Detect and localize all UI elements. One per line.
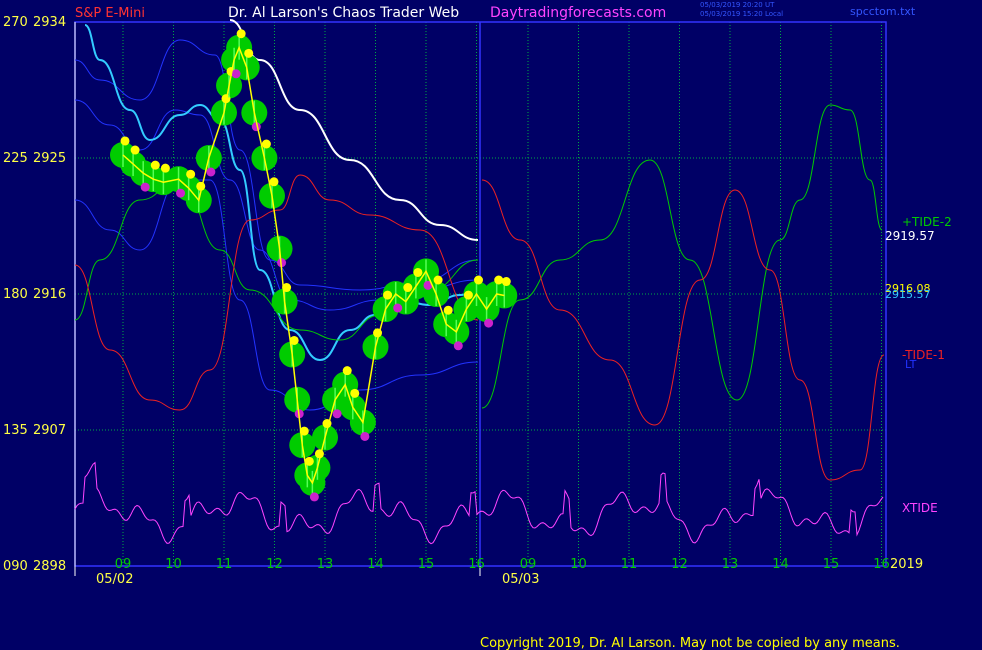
low-marker: [332, 409, 342, 419]
y-angle-label: 135: [3, 423, 28, 438]
y-price-label: 2925: [33, 151, 66, 166]
x-tick-label: 13: [722, 557, 739, 572]
high-marker: [443, 305, 453, 315]
high-marker: [433, 275, 443, 285]
x-tick-label: 09: [115, 557, 132, 572]
high-marker: [403, 283, 413, 293]
high-marker: [120, 136, 130, 146]
date-label: 05/03: [502, 572, 539, 587]
year-label: 2019: [890, 557, 923, 572]
chart-canvas: S&P E-Mini Dr. Al Larson's Chaos Trader …: [0, 0, 982, 650]
low-marker: [453, 341, 463, 351]
high-marker: [236, 29, 246, 39]
high-marker: [350, 388, 360, 398]
high-marker: [383, 290, 393, 300]
lt-label: LT: [905, 358, 917, 371]
x-tick-label: 16: [873, 557, 890, 572]
xtide-label: XTIDE: [902, 501, 938, 515]
high-marker: [413, 267, 423, 277]
low-marker: [140, 182, 150, 192]
high-marker: [186, 169, 196, 179]
y-angle-label: 225: [3, 151, 28, 166]
file-name: spcctom.txt: [850, 5, 916, 18]
x-tick-label: 11: [216, 557, 233, 572]
x-tick-label: 09: [520, 557, 537, 572]
high-marker: [463, 290, 473, 300]
tide2-label: +TIDE-2: [902, 215, 952, 229]
timestamp-local: 05/03/2019 15:20 Local: [700, 10, 783, 18]
x-tick-label: 12: [671, 557, 688, 572]
chart-title: Dr. Al Larson's Chaos Trader Web: [228, 5, 459, 21]
x-tick-label: 15: [418, 557, 435, 572]
x-tick-label: 10: [165, 557, 182, 572]
x-tick-label: 12: [266, 557, 283, 572]
y-angle-label: 180: [3, 287, 28, 302]
high-marker: [501, 277, 511, 287]
last-price-label: 2919.57: [885, 229, 935, 243]
x-tick-label: 10: [570, 557, 587, 572]
low-marker: [231, 69, 241, 79]
high-marker: [160, 163, 170, 173]
low-marker: [484, 318, 494, 328]
y-price-label: 2916: [33, 287, 66, 302]
y-angle-label: 090: [3, 559, 28, 574]
low-marker: [206, 167, 216, 177]
copyright: Copyright 2019, Dr. Al Larson. May not b…: [480, 636, 900, 650]
x-tick-label: 11: [621, 557, 638, 572]
high-marker: [474, 275, 483, 285]
y-price-label: 2907: [33, 423, 66, 438]
high-marker: [342, 366, 352, 376]
website-link[interactable]: Daytradingforecasts.com: [490, 5, 666, 21]
high-marker: [261, 139, 271, 149]
low-marker: [309, 492, 319, 502]
high-marker: [494, 275, 504, 285]
high-marker: [130, 145, 140, 155]
timestamp-utc: 05/03/2019 20:20 UT: [700, 1, 775, 9]
date-label: 05/02: [96, 572, 133, 587]
low-marker: [393, 303, 403, 313]
low-marker: [360, 431, 370, 441]
x-tick-label: 13: [317, 557, 334, 572]
low-marker: [176, 188, 186, 198]
y-price-label: 2934: [33, 15, 66, 30]
high-marker: [244, 48, 254, 58]
high-marker: [269, 177, 279, 187]
high-marker: [150, 160, 160, 170]
x-tick-label: 16: [468, 557, 485, 572]
x-tick-label: 15: [823, 557, 840, 572]
price-label-b: 2915.57: [885, 288, 931, 301]
y-price-label: 2898: [33, 559, 66, 574]
x-tick-label: 14: [772, 557, 789, 572]
y-angle-label: 270: [3, 15, 28, 30]
symbol-label: S&P E-Mini: [75, 6, 145, 21]
x-tick-label: 14: [367, 557, 384, 572]
